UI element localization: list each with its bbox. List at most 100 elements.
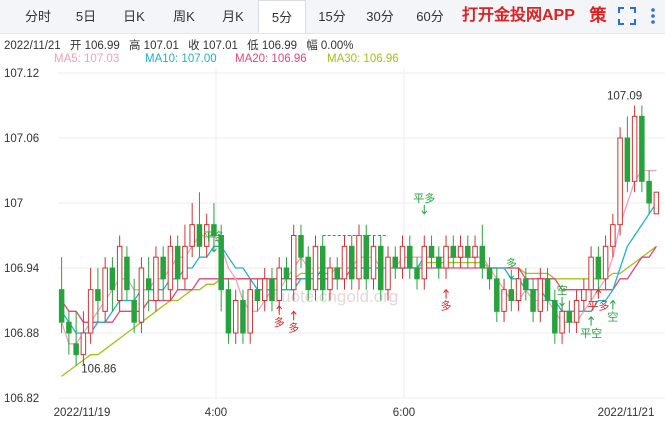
candle (501, 278, 507, 323)
candle (138, 257, 145, 333)
candlestick-chart[interactable]: 107.12 107.06 107 106.94 106.88 106.82 2022/1… (0, 0, 665, 421)
candle-body (399, 245, 406, 269)
candle-body (290, 235, 297, 291)
high-price-label: 107.09 (607, 91, 642, 103)
candle-body (624, 137, 631, 182)
trade-signal: 多 (506, 256, 517, 280)
candle-body (348, 245, 355, 280)
candle-body (138, 267, 145, 323)
signal-label: 平多 (203, 229, 225, 243)
candle (537, 268, 544, 323)
x-axis: 2022/11/19 4:00 6:00 2022/11/21 (54, 407, 655, 419)
candle-body (370, 245, 377, 280)
candle-body (261, 278, 268, 302)
trade-signal: 多 (274, 305, 285, 329)
candle (356, 224, 362, 290)
candle-body (588, 256, 594, 291)
candle (225, 278, 232, 344)
x-tick-label: 6:00 (393, 407, 415, 419)
x-tick-label: 4:00 (205, 407, 227, 419)
candle (479, 224, 486, 279)
candle (290, 224, 297, 301)
candle (407, 235, 413, 279)
candle-body (305, 256, 311, 291)
candle-body (95, 289, 101, 301)
candle (182, 224, 188, 290)
candle-body (276, 267, 282, 301)
candle-body (544, 278, 551, 302)
candle (443, 235, 449, 279)
candle (588, 246, 594, 301)
candle-body (428, 245, 435, 258)
chart-grid (58, 68, 665, 399)
candle-body (283, 267, 290, 280)
candle (414, 257, 420, 290)
candle-body (189, 224, 195, 247)
candle (639, 105, 645, 193)
candle-body (58, 289, 65, 323)
y-tick-label: 107.12 (4, 68, 39, 80)
signal-label: 多 (274, 315, 285, 329)
x-tick-label: 2022/11/19 (54, 407, 111, 419)
candle-body (341, 245, 348, 280)
candle (486, 257, 493, 290)
trade-signal: 空 (557, 283, 568, 307)
signal-label: 平多 (413, 191, 435, 205)
trade-signal: 平空 (580, 315, 602, 340)
candle-body (160, 256, 166, 280)
candle-body (486, 267, 493, 280)
candle-body (508, 289, 515, 301)
candle-body (109, 267, 116, 291)
candle-body (530, 289, 536, 312)
candle-body (247, 289, 253, 334)
candle (109, 257, 116, 312)
candle-body (196, 224, 203, 247)
candle-body (457, 245, 464, 258)
candle-body (646, 180, 652, 204)
candle (196, 192, 203, 258)
candle (552, 289, 558, 344)
candle-body (269, 278, 275, 302)
candle-body (87, 289, 94, 334)
candle-body (537, 278, 544, 312)
candle-body (515, 278, 522, 302)
y-tick-label: 106.88 (4, 328, 39, 340)
candle-body (385, 256, 391, 291)
candle (341, 235, 348, 290)
signal-label: 空 (557, 283, 568, 297)
candle-body (218, 235, 224, 291)
y-tick-label: 106.82 (4, 393, 39, 405)
candle (530, 278, 536, 323)
candle (363, 224, 370, 290)
candle-body (566, 310, 573, 323)
trade-signal: 多 (288, 310, 299, 334)
candle-body (501, 289, 507, 312)
candle-body (617, 137, 623, 226)
candle (240, 289, 246, 344)
candle (617, 127, 623, 236)
candle-body (421, 245, 428, 280)
candle-body (116, 245, 123, 301)
candle-body (240, 300, 246, 334)
candle-body (443, 245, 449, 269)
candle-body (465, 245, 471, 258)
candle (232, 289, 239, 344)
candle-body (182, 245, 188, 280)
signal-label: 多 (441, 299, 452, 313)
candle (73, 311, 79, 366)
candle-body (232, 300, 239, 334)
candle (631, 105, 638, 193)
candle-body (298, 235, 304, 258)
candle (87, 268, 94, 344)
trade-signal: 多 (441, 288, 452, 313)
candle-body (254, 289, 261, 301)
candle-body (631, 115, 638, 182)
candle (653, 191, 660, 215)
candle (595, 246, 602, 290)
candle-body (378, 245, 384, 291)
candle-body (73, 343, 79, 356)
candle-body (145, 278, 152, 291)
y-axis: 107.12 107.06 107 106.94 106.88 106.82 (4, 68, 40, 405)
candle (167, 235, 174, 301)
candle-body (225, 289, 232, 334)
